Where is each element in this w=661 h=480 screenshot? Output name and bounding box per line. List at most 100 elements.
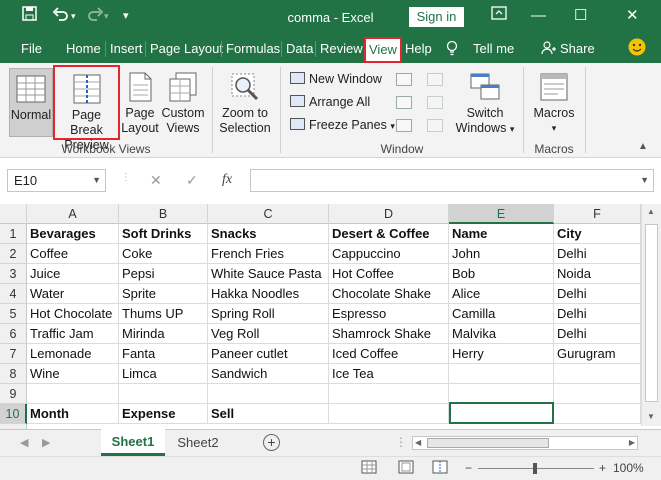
macros-button[interactable]: Macros ▾ [528,71,580,136]
cell-d9[interactable] [329,384,449,404]
column-header-b[interactable]: B [119,204,208,224]
tab-data[interactable]: Data [286,35,313,63]
cell-c2[interactable]: French Fries [208,244,329,264]
cell-a9[interactable] [27,384,119,404]
page-break-status-icon[interactable] [432,460,448,477]
cell-a4[interactable]: Water [27,284,119,304]
new-window-button[interactable]: New Window [290,72,382,86]
cell-b2[interactable]: Coke [119,244,208,264]
cell-f1[interactable]: City [554,224,641,244]
cell-c5[interactable]: Spring Roll [208,304,329,324]
redo-dropdown-icon[interactable]: ▾ [104,6,109,26]
row-header-10[interactable]: 10 [0,404,27,424]
name-box[interactable]: E10 ▼ [7,169,106,192]
formula-bar-grip-icon[interactable]: ⋮ [121,172,131,183]
tab-view[interactable]: View [364,37,402,63]
cell-c8[interactable]: Sandwich [208,364,329,384]
cell-c3[interactable]: White Sauce Pasta [208,264,329,284]
cell-e9[interactable] [449,384,554,404]
tab-page-layout[interactable]: Page Layout [150,35,223,63]
collapse-ribbon-icon[interactable]: ▲ [638,141,648,152]
tab-review[interactable]: Review [320,35,363,63]
tell-me-search[interactable]: Tell me [473,35,514,63]
cell-b4[interactable]: Sprite [119,284,208,304]
unhide-icon[interactable] [396,119,412,132]
cell-a7[interactable]: Lemonade [27,344,119,364]
cell-f6[interactable]: Delhi [554,324,641,344]
cell-a5[interactable]: Hot Chocolate [27,304,119,324]
cell-f10[interactable] [554,404,641,424]
tab-help[interactable]: Help [405,35,432,63]
undo-icon[interactable] [52,6,70,27]
cell-a3[interactable]: Juice [27,264,119,284]
cell-b3[interactable]: Pepsi [119,264,208,284]
cell-e3[interactable]: Bob [449,264,554,284]
share-button[interactable]: Share [560,35,595,63]
add-sheet-button[interactable]: + [263,434,280,451]
cell-d3[interactable]: Hot Coffee [329,264,449,284]
cell-b1[interactable]: Soft Drinks [119,224,208,244]
horizontal-scroll-thumb[interactable] [427,438,549,448]
cell-d1[interactable]: Desert & Coffee [329,224,449,244]
save-icon[interactable] [22,6,37,27]
freeze-panes-button[interactable]: Freeze Panes ▾ [290,118,395,132]
switch-windows-button[interactable]: Switch Windows ▾ [453,71,517,137]
cell-e5[interactable]: Camilla [449,304,554,324]
formula-input[interactable]: ▼ [250,169,654,192]
cell-a6[interactable]: Traffic Jam [27,324,119,344]
hide-icon[interactable] [396,96,412,109]
cell-f7[interactable]: Gurugram [554,344,641,364]
scroll-right-icon[interactable]: ▶ [629,438,635,447]
cell-f5[interactable]: Delhi [554,304,641,324]
cell-b5[interactable]: Thums UP [119,304,208,324]
scroll-down-icon[interactable]: ▼ [647,412,655,421]
qat-dropdown-icon[interactable]: ▾ [123,6,129,26]
enter-icon[interactable]: ✓ [186,172,198,189]
name-box-dropdown-icon[interactable]: ▼ [92,170,101,191]
normal-view-status-icon[interactable] [361,460,377,477]
column-header-f[interactable]: F [554,204,641,224]
cell-d10[interactable] [329,404,449,424]
maximize-button[interactable]: ☐ [574,6,587,26]
cell-c4[interactable]: Hakka Noodles [208,284,329,304]
row-header-8[interactable]: 8 [0,364,27,384]
reset-window-position-icon[interactable] [427,119,443,132]
zoom-level[interactable]: 100% [613,461,644,475]
row-header-7[interactable]: 7 [0,344,27,364]
column-header-a[interactable]: A [27,204,119,224]
row-header-2[interactable]: 2 [0,244,27,264]
cell-c7[interactable]: Paneer cutlet [208,344,329,364]
next-sheet-icon[interactable]: ▶ [42,436,50,449]
page-layout-status-icon[interactable] [398,460,414,477]
sheet-tab-sheet2[interactable]: Sheet2 [168,430,228,456]
redo-icon[interactable] [86,6,104,27]
page-layout-view-button[interactable]: Page Layout [121,71,159,136]
row-header-1[interactable]: 1 [0,224,27,244]
cell-c6[interactable]: Veg Roll [208,324,329,344]
normal-view-button[interactable]: Normal [9,68,53,137]
zoom-to-selection-button[interactable]: Zoom to Selection [217,71,273,136]
undo-dropdown-icon[interactable]: ▾ [71,6,76,26]
page-break-preview-button[interactable]: Page Break Preview [53,65,120,152]
arrange-all-button[interactable]: Arrange All [290,95,370,109]
cell-b9[interactable] [119,384,208,404]
cell-d4[interactable]: Chocolate Shake [329,284,449,304]
cell-a2[interactable]: Coffee [27,244,119,264]
row-header-3[interactable]: 3 [0,264,27,284]
cell-c1[interactable]: Snacks [208,224,329,244]
view-side-by-side-icon[interactable] [427,73,443,86]
column-header-d[interactable]: D [329,204,449,224]
horizontal-scrollbar[interactable]: ◀ ▶ [412,436,638,450]
tab-file[interactable]: File [21,35,42,63]
cell-d2[interactable]: Cappuccino [329,244,449,264]
column-header-c[interactable]: C [208,204,329,224]
sheet-tab-sheet1[interactable]: Sheet1 [101,429,165,456]
minimize-button[interactable]: — [531,6,546,26]
insert-function-icon[interactable]: fx [222,172,232,188]
scroll-up-icon[interactable]: ▲ [647,207,655,216]
cell-c10[interactable]: Sell [208,404,329,424]
cell-d8[interactable]: Ice Tea [329,364,449,384]
column-header-e[interactable]: E [449,204,554,224]
cell-e1[interactable]: Name [449,224,554,244]
tab-split-icon[interactable]: ⋮ [395,435,407,449]
